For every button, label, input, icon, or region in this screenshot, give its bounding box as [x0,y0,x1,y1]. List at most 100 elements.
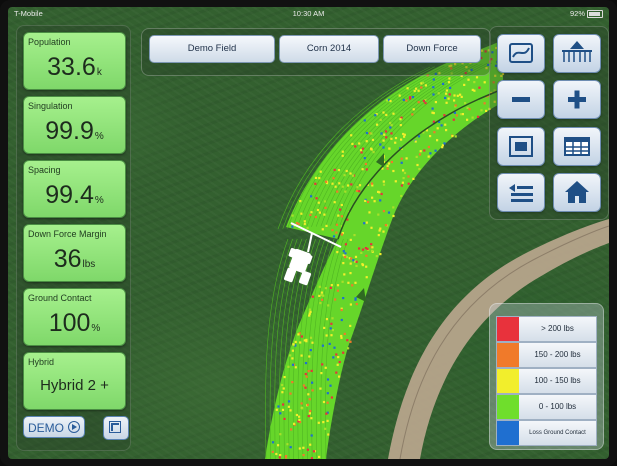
down-force-point [445,101,448,104]
down-force-point [411,113,414,116]
down-force-point [349,172,352,175]
down-force-point [300,402,303,405]
metric-hybrid[interactable]: Hybrid Hybrid 2 + [23,352,126,410]
down-force-point [365,276,368,279]
down-force-point [355,303,358,306]
down-force-point [353,234,356,237]
map-layer-button[interactable] [497,34,545,73]
demo-button[interactable]: DEMO [23,416,85,438]
down-force-point [318,285,321,288]
down-force-point [415,155,418,158]
down-force-point [349,324,352,327]
down-force-point [363,222,366,225]
legend-item: 0 - 100 lbs [496,394,597,420]
down-force-point [351,284,354,287]
metric-value: 33.6k [24,53,125,82]
down-force-point [401,181,404,184]
down-force-point [322,294,325,297]
metric-unit: % [91,323,101,334]
down-force-point [324,427,327,430]
table-icon [564,137,590,156]
tab-demo-field[interactable]: Demo Field [149,35,275,63]
down-force-point [356,186,359,189]
down-force-point [434,101,437,104]
down-force-point [326,378,330,381]
down-force-point [336,251,339,254]
down-force-point [385,99,389,102]
down-force-point [310,195,313,198]
metric-population[interactable]: Population 33.6k [23,32,126,90]
down-force-point [407,175,410,178]
down-force-point [363,157,366,160]
down-force-point [424,102,427,105]
down-force-point [334,185,337,188]
down-force-point [324,287,327,290]
plus-icon [568,90,586,109]
down-force-point [354,145,357,148]
down-force-point [350,134,353,137]
down-force-point [349,262,352,265]
down-force-point [289,446,292,449]
down-force-point [387,211,391,214]
down-force-point [279,412,282,415]
metric-down-force-margin[interactable]: Down Force Margin 36lbs [23,224,126,282]
down-force-point [324,366,327,369]
down-force-point [308,398,311,401]
down-force-point [309,443,312,446]
table-view-button[interactable] [553,127,601,166]
play-circle-icon [68,421,80,433]
down-force-point [330,334,333,337]
zoom-in-button[interactable] [553,80,601,119]
down-force-point [354,297,357,300]
down-force-point [308,412,311,415]
metric-ground-contact[interactable]: Ground Contact 100% [23,288,126,346]
metric-singulation[interactable]: Singulation 99.9% [23,96,126,154]
down-force-point [306,403,309,406]
down-force-point [420,86,423,89]
metrics-panel: Population 33.6k Singulation 99.9% Spaci… [16,25,131,451]
down-force-point [275,408,278,411]
legend-item: Loss Ground Contact [496,420,597,446]
tab-down-force[interactable]: Down Force [383,35,481,63]
home-button[interactable] [553,173,601,212]
down-force-point [392,112,395,115]
list-button[interactable] [497,173,545,212]
down-force-point [307,370,310,373]
down-force-point [363,119,366,122]
down-force-point [310,434,313,437]
tab-corn-2014[interactable]: Corn 2014 [279,35,379,63]
zoom-out-button[interactable] [497,80,545,119]
down-force-point [380,192,383,196]
down-force-point [358,247,361,250]
down-force-point [279,454,282,457]
down-force-point [293,422,296,425]
down-force-point [386,164,389,167]
down-force-point [371,246,374,249]
down-force-point [418,167,421,171]
down-force-point [400,161,403,164]
down-force-point [382,139,385,142]
down-force-point [320,372,323,375]
down-force-point [434,149,437,152]
down-force-point [358,190,361,193]
down-force-point [402,98,405,101]
down-force-point [325,318,328,321]
down-force-point [278,456,281,459]
down-force-point [365,265,368,268]
down-force-point [411,96,415,99]
planter-button[interactable] [553,34,601,73]
legend-label: 100 - 150 lbs [534,376,581,385]
down-force-point [290,428,293,431]
down-force-point [318,455,321,458]
down-force-point [310,369,313,372]
down-force-point [366,247,369,250]
down-force-point [361,147,365,150]
down-force-point [406,87,409,90]
down-force-point [336,190,339,193]
down-force-point [372,151,375,154]
fit-view-button[interactable] [497,127,545,166]
expand-button[interactable] [103,416,129,440]
down-force-point [340,233,343,236]
metric-spacing[interactable]: Spacing 99.4% [23,160,126,218]
down-force-point [351,142,354,145]
